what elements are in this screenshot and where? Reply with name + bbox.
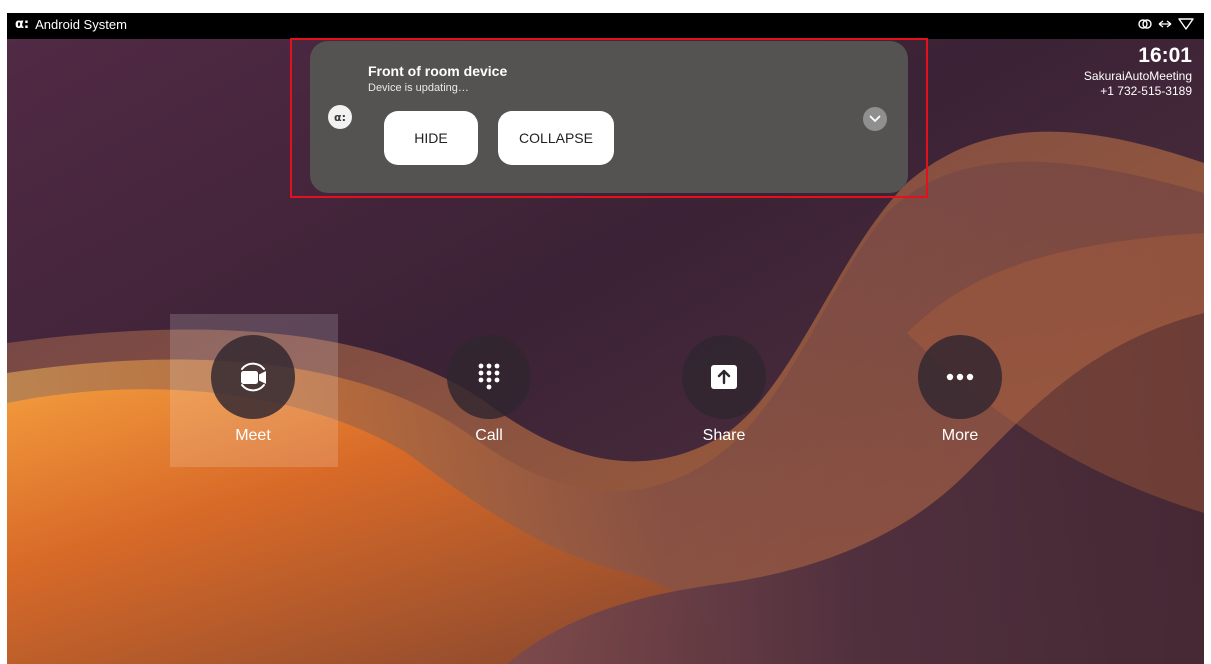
dialpad-icon (478, 363, 500, 390)
status-bar: α: Android System (7, 13, 1204, 39)
arrows-icon (1158, 19, 1172, 28)
wifi-icon (1178, 18, 1194, 30)
dock-item-call[interactable]: Call (429, 335, 549, 445)
share-screen-icon (711, 365, 737, 389)
meet-label: Meet (235, 427, 271, 444)
dock-item-meet[interactable]: Meet (193, 335, 313, 445)
rings-icon (1138, 18, 1152, 29)
meeting-number: +1 732-515-3189 (1100, 84, 1192, 98)
clock-block: 16:01 SakuraiAutoMeeting +1 732-515-3189 (1084, 43, 1192, 99)
dock-item-more[interactable]: More (900, 335, 1020, 445)
more-dots-icon (946, 373, 974, 381)
more-label: More (941, 427, 979, 444)
call-button[interactable] (447, 335, 531, 419)
meeting-name: SakuraiAutoMeeting (1083, 69, 1192, 83)
share-label: Share (702, 427, 746, 444)
call-label: Call (475, 427, 503, 444)
meet-button[interactable] (211, 335, 295, 419)
home-screen: α: Android System 16:01 SakuraiAutoMeeti… (7, 13, 1204, 664)
dock-item-share[interactable]: Share (664, 335, 784, 445)
status-bar-app-name: Android System (35, 17, 127, 32)
more-button[interactable] (918, 335, 1002, 419)
webex-logo-icon: α: (15, 17, 30, 32)
video-camera-icon (241, 362, 266, 392)
clock-time: 16:01 (1138, 44, 1192, 67)
share-button[interactable] (682, 335, 766, 419)
notification-highlight-box (290, 38, 928, 198)
status-bar-icons (1138, 17, 1194, 30)
status-bar-app: α: Android System (15, 17, 127, 32)
